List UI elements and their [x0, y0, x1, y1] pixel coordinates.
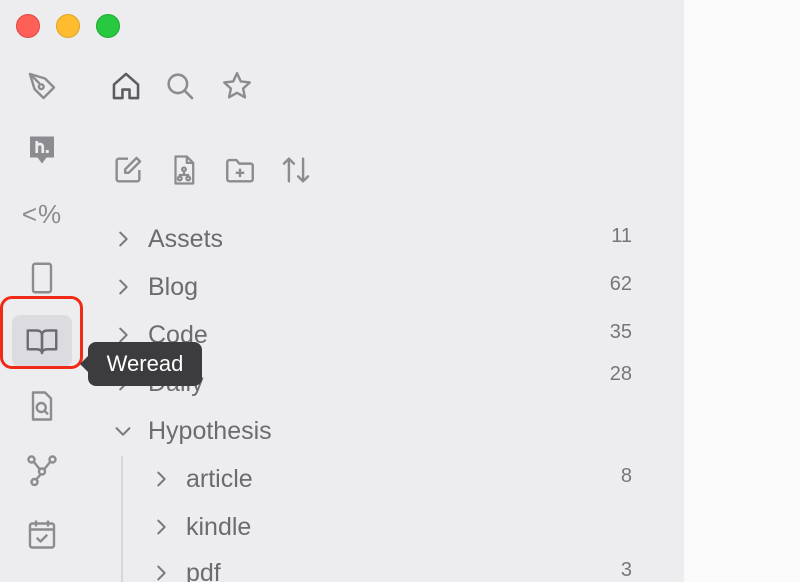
folder-label: Hypothesis [148, 416, 272, 445]
tree-subfolder-kindle[interactable]: kindle [148, 507, 640, 547]
sort-icon[interactable] [278, 152, 314, 188]
folder-count: 8 [620, 465, 632, 487]
chevron-right-icon [148, 466, 174, 492]
pen-nib-icon[interactable] [12, 60, 72, 112]
html-template-icon[interactable]: <% [12, 188, 72, 240]
chevron-right-icon [110, 274, 136, 300]
tree-subfolder-article[interactable]: article 8 [148, 459, 640, 499]
home-icon[interactable] [108, 68, 144, 104]
star-icon[interactable] [219, 68, 255, 104]
folder-label: kindle [186, 512, 252, 541]
folder-label: Blog [148, 272, 199, 301]
html-icon-text: <% [21, 198, 63, 229]
folder-label: article [186, 464, 253, 493]
new-canvas-icon[interactable] [166, 152, 202, 188]
graph-view-icon[interactable] [12, 444, 72, 496]
calendar-check-icon[interactable] [12, 508, 72, 560]
folder-count: 35 [609, 321, 632, 343]
folder-count: 28 [609, 363, 632, 385]
tree-folder-blog[interactable]: Blog 62 [110, 267, 640, 307]
chevron-down-icon [110, 418, 136, 444]
window-maximize-button[interactable] [96, 14, 120, 38]
folder-label: Assets [148, 224, 224, 253]
search-icon[interactable] [162, 68, 198, 104]
tree-subfolder-pdf[interactable]: pdf 3 [148, 553, 640, 582]
new-note-icon[interactable] [110, 152, 146, 188]
tree-folder-hypothesis[interactable]: Hypothesis [110, 411, 640, 451]
editor-pane [684, 0, 800, 582]
file-search-icon[interactable] [12, 380, 72, 432]
hypothesis-icon[interactable] [12, 124, 72, 176]
weread-tooltip: Weread [80, 342, 202, 386]
folder-count: 11 [611, 225, 632, 247]
tree-indent-guide [121, 456, 123, 582]
folder-count: 3 [620, 559, 632, 581]
obsidian-window: <% Assets 11 Blog 62 Code 35 28 Hypothes… [0, 0, 684, 582]
window-minimize-button[interactable] [56, 14, 80, 38]
chevron-right-icon [148, 514, 174, 540]
window-close-button[interactable] [16, 14, 40, 38]
chevron-right-icon [148, 560, 174, 582]
tooltip-text: Weread [106, 351, 184, 376]
folder-label: pdf [186, 558, 221, 582]
new-folder-icon[interactable] [222, 152, 258, 188]
tree-folder-assets[interactable]: Assets 11 [110, 219, 640, 259]
chevron-right-icon [110, 226, 136, 252]
highlight-annotation [0, 296, 83, 369]
folder-count: 62 [609, 273, 632, 295]
